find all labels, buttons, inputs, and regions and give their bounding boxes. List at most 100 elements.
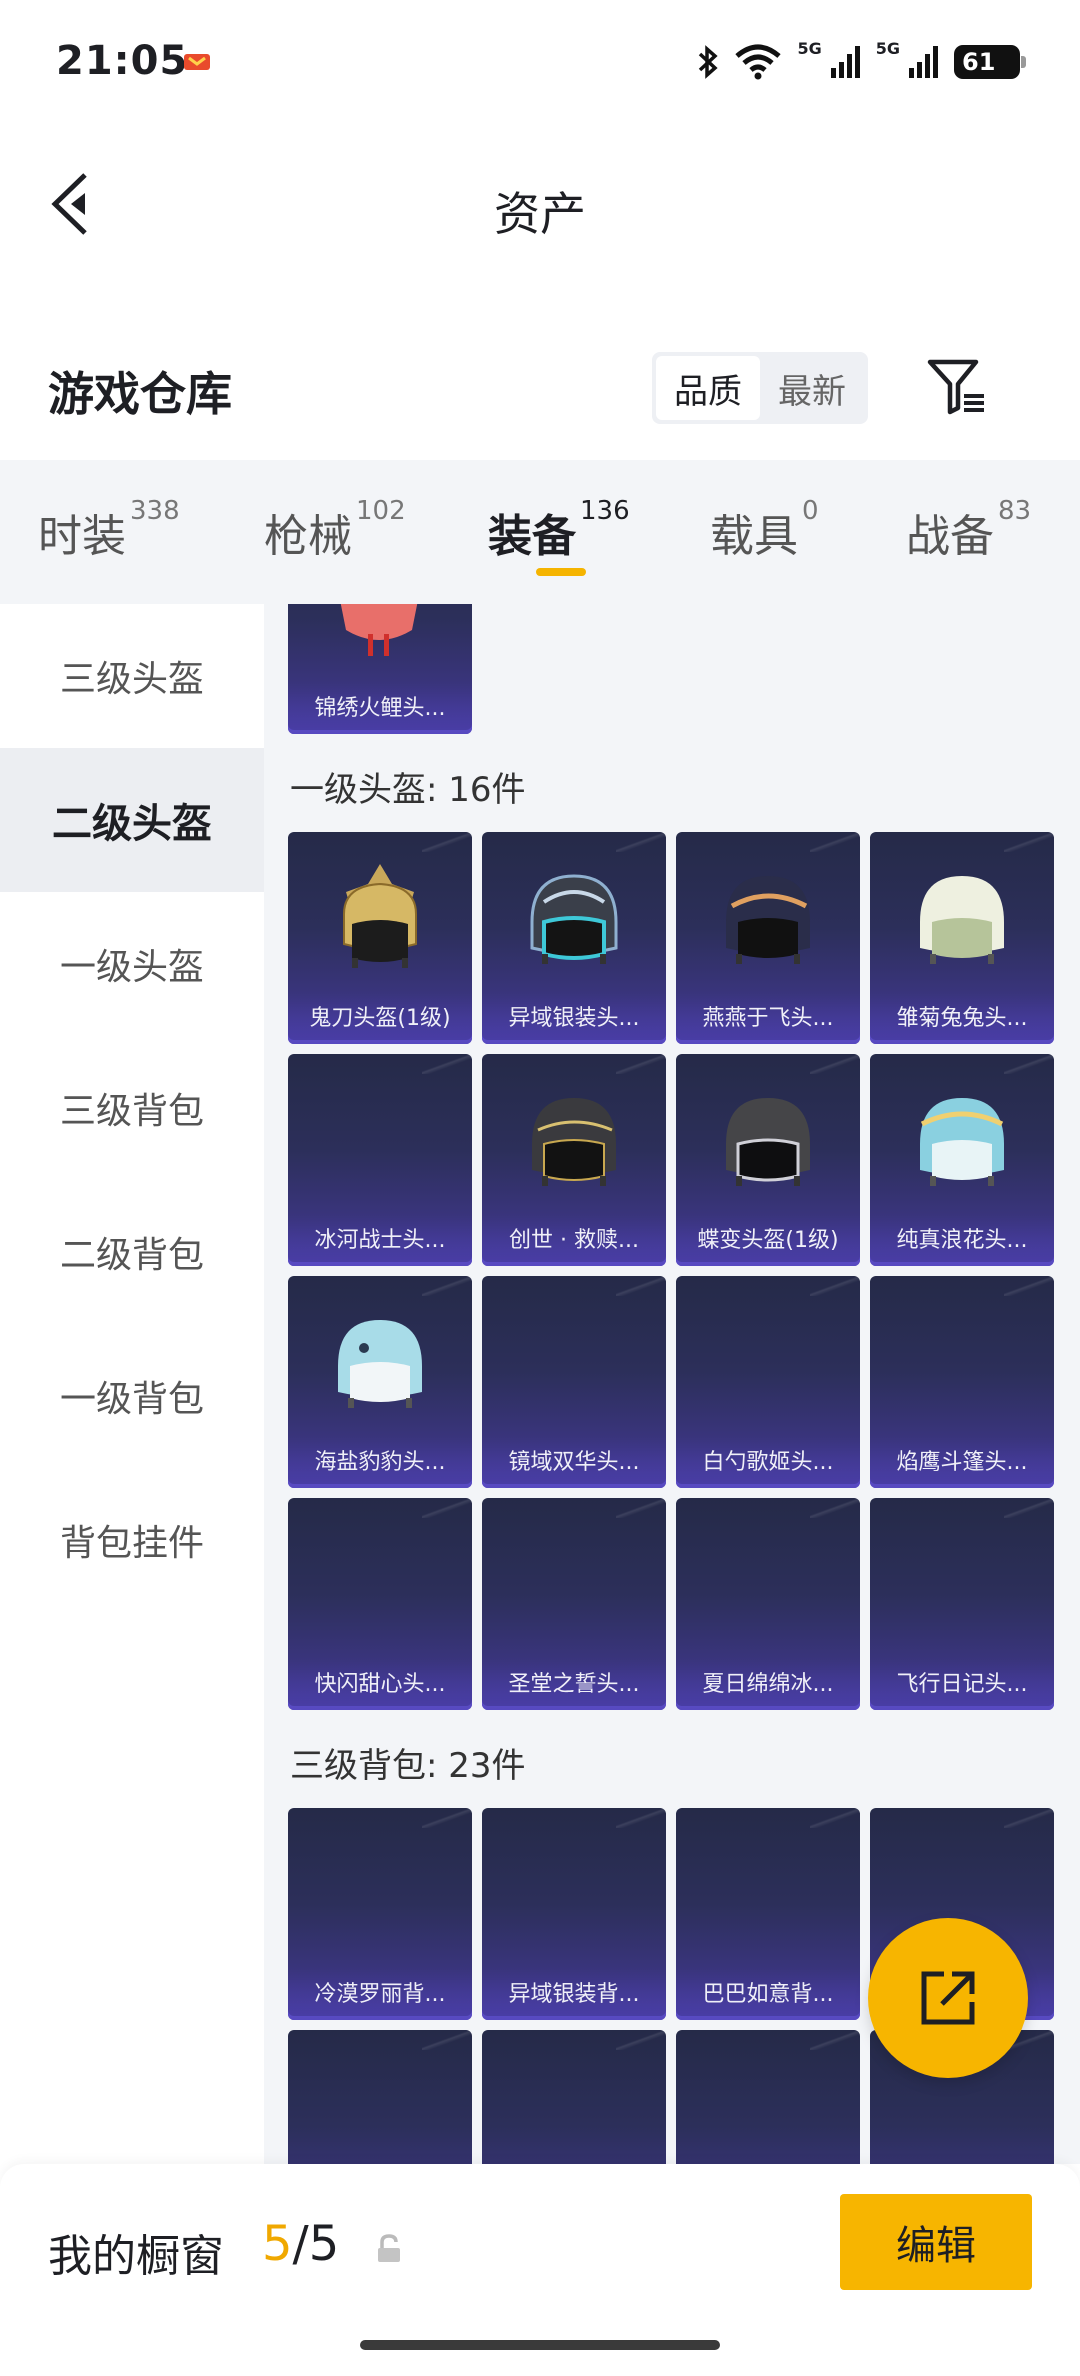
tab-label: 装备 [488, 511, 576, 562]
tab-count: 338 [130, 496, 180, 526]
item-card[interactable]: 燕燕于飞头... [676, 832, 860, 1044]
item-card[interactable]: 鬼刀头盔(1级) [288, 832, 472, 1044]
sidebar-item-level1-helmet[interactable]: 一级头盔 [0, 892, 264, 1036]
tab-label: 枪械 [264, 511, 352, 562]
item-card[interactable]: 镜域双华头... [482, 1276, 666, 1488]
item-name: 快闪甜心头... [314, 1672, 446, 1697]
sort-toggle: 品质 最新 [652, 352, 868, 424]
item-name: 白勺歌姬头... [702, 1450, 834, 1475]
sidebar-item-level1-backpack[interactable]: 一级背包 [0, 1324, 264, 1468]
tab-count: 102 [356, 496, 406, 526]
showcase-label: 我的橱窗 [48, 2231, 224, 2282]
koi-helmet-icon [340, 604, 418, 656]
item-name: 鬼刀头盔(1级) [309, 1006, 451, 1031]
category-tabs: 时装 338 枪械 102 装备 136 载具 0 战备 83 [0, 460, 1080, 604]
item-card[interactable]: 锦绣火鲤头... [288, 604, 472, 734]
item-name: 雏菊兔兔头... [896, 1006, 1028, 1031]
sidebar-item-level2-backpack[interactable]: 二级背包 [0, 1180, 264, 1324]
showcase-separator: / [292, 2216, 309, 2272]
item-name: 海盐豹豹头... [314, 1450, 446, 1475]
item-card[interactable]: 雏菊兔兔头... [870, 832, 1054, 1044]
item-name: 冰河战士头... [314, 1228, 446, 1253]
item-name: 蝶变头盔(1级) [697, 1228, 839, 1253]
item-card[interactable] [288, 2030, 472, 2164]
helmet-icon [532, 1098, 616, 1186]
tab-guns[interactable]: 枪械 102 [264, 496, 406, 564]
helmet-icon [530, 874, 618, 964]
sidebar-item-backpack-charm[interactable]: 背包挂件 [0, 1468, 264, 1612]
item-card[interactable] [482, 2030, 666, 2164]
edit-button[interactable]: 编辑 [840, 2194, 1032, 2290]
wifi-icon [735, 44, 782, 80]
item-name: 燕燕于飞头... [702, 1006, 834, 1031]
sidebar-item-level2-helmet[interactable]: 二级头盔 [0, 748, 264, 892]
tab-label: 战备 [906, 511, 994, 562]
item-name: 创世 · 救赎... [509, 1228, 639, 1253]
status-indicators: 5G 5G 61 [697, 38, 1026, 84]
item-card[interactable]: 纯真浪花头... [870, 1054, 1054, 1266]
item-name: 异域银装头... [508, 1006, 640, 1031]
tab-fashion[interactable]: 时装 338 [38, 496, 180, 564]
showcase-total: 5 [308, 2216, 340, 2272]
item-card[interactable]: 异域银装背... [482, 1808, 666, 2020]
item-card[interactable]: 蝶变头盔(1级) [676, 1054, 860, 1266]
page-title: 资产 [494, 187, 586, 241]
item-name: 异域银装背... [508, 1982, 640, 2007]
helmet-icon [338, 1320, 422, 1408]
sidebar-item-level3-backpack[interactable]: 三级背包 [0, 1036, 264, 1180]
showcase-current: 5 [262, 2216, 293, 2272]
tab-count: 136 [580, 496, 630, 526]
status-time: 21:05 [56, 38, 189, 84]
bluetooth-icon [699, 45, 719, 79]
tab-vehicles[interactable]: 载具 0 [710, 496, 819, 564]
tab-count: 0 [802, 496, 819, 526]
item-card[interactable]: 创世 · 救赎... [482, 1054, 666, 1266]
section-label-level3-backpack: 三级背包: 23件 [290, 1746, 526, 1786]
item-name: 飞行日记头... [896, 1672, 1028, 1697]
item-name: 圣堂之誓头... [508, 1672, 640, 1697]
item-name: 冷漠罗丽背... [314, 1982, 446, 2007]
battery-icon: 61 [954, 45, 1026, 79]
lock-icon [378, 2234, 400, 2262]
filter-icon[interactable] [924, 354, 988, 418]
showcase-count: 5/5 [262, 2216, 339, 2272]
item-name: 夏日绵绵冰... [702, 1672, 834, 1697]
sidebar-item-level3-helmet[interactable]: 三级头盔 [0, 604, 264, 748]
helmet-icon [920, 876, 1004, 964]
item-card[interactable]: 夏日绵绵冰... [676, 1498, 860, 1710]
share-external-icon [921, 1971, 975, 2025]
item-name: 焰鹰斗篷头... [896, 1450, 1028, 1475]
tab-count: 83 [998, 496, 1032, 526]
subcategory-sidebar: 三级头盔 二级头盔 一级头盔 三级背包 二级背包 一级背包 背包挂件 [0, 604, 264, 2164]
active-tab-indicator [536, 568, 586, 576]
item-card[interactable]: 冰河战士头... [288, 1054, 472, 1266]
game-app-icon [184, 54, 210, 70]
item-card[interactable]: 圣堂之誓头... [482, 1498, 666, 1710]
item-name: 镜域双华头... [508, 1450, 640, 1475]
item-card[interactable]: 冷漠罗丽背... [288, 1808, 472, 2020]
item-card[interactable]: 焰鹰斗篷头... [870, 1276, 1054, 1488]
sort-quality-button[interactable]: 品质 [656, 356, 760, 420]
signal-icon [830, 46, 860, 78]
item-card[interactable]: 异域银装头... [482, 832, 666, 1044]
showcase-bar: 我的橱窗 5/5 编辑 [0, 2164, 1080, 2376]
battery-level: 61 [962, 48, 996, 76]
helmet-icon [920, 1098, 1004, 1186]
tab-supplies[interactable]: 战备 83 [906, 496, 1031, 564]
item-card[interactable]: 白勺歌姬头... [676, 1276, 860, 1488]
warehouse-title: 游戏仓库 [48, 367, 232, 421]
tab-label: 时装 [38, 511, 126, 562]
sort-newest-button[interactable]: 最新 [760, 356, 864, 420]
item-card[interactable]: 飞行日记头... [870, 1498, 1054, 1710]
item-card[interactable] [676, 2030, 860, 2164]
share-button[interactable] [868, 1918, 1028, 2078]
home-indicator[interactable] [360, 2340, 720, 2350]
item-card[interactable]: 海盐豹豹头... [288, 1276, 472, 1488]
status-bar: 21:05 5G 5G 61 [0, 0, 1080, 120]
item-card[interactable]: 快闪甜心头... [288, 1498, 472, 1710]
item-card[interactable]: 巴巴如意背... [676, 1808, 860, 2020]
helmet-icon [726, 1098, 810, 1186]
signal-icon-2 [909, 46, 938, 78]
network-type-2: 5G [875, 38, 900, 58]
tab-equipment[interactable]: 装备 136 [488, 496, 630, 564]
